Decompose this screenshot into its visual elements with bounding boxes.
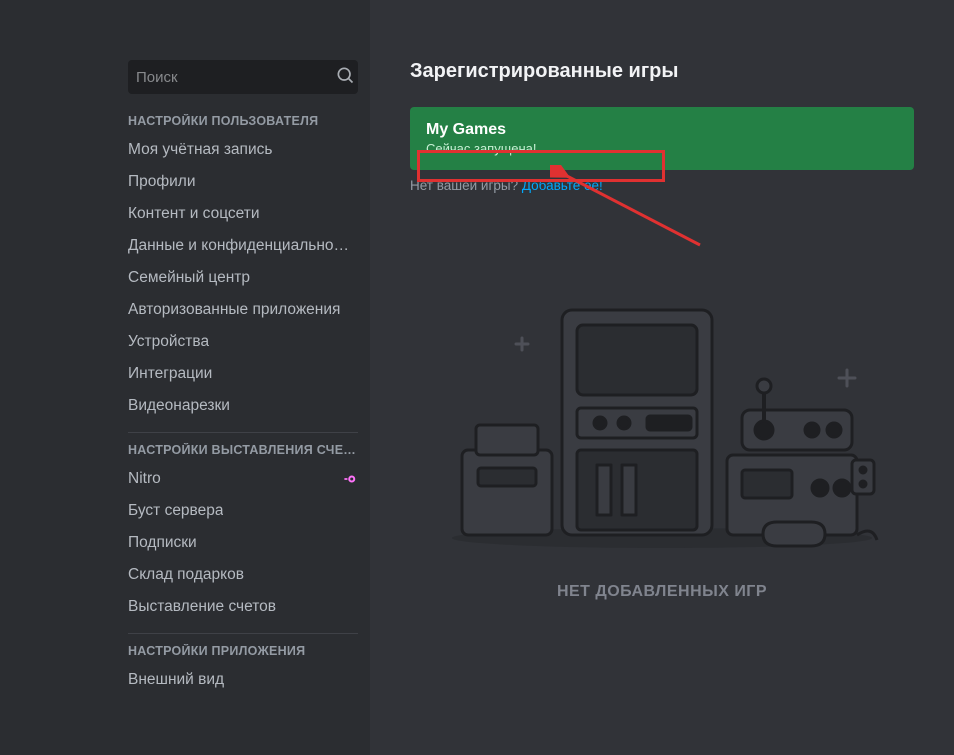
- sidebar-item-label: Интеграции: [128, 365, 212, 383]
- missing-game-text: Нет вашей игры?: [410, 178, 522, 193]
- add-game-link[interactable]: Добавьте её!: [522, 178, 603, 193]
- sidebar-item-subscriptions[interactable]: Подписки: [128, 527, 358, 559]
- sidebar-item-label: Видеонарезки: [128, 397, 230, 415]
- game-name-input[interactable]: [426, 121, 656, 139]
- sidebar-item-my-account[interactable]: Моя учётная запись: [128, 134, 358, 166]
- sidebar-separator: [128, 633, 358, 634]
- sidebar-item-appearance[interactable]: Внешний вид: [128, 664, 358, 696]
- sidebar-item-label: Контент и соцсети: [128, 205, 260, 223]
- sidebar-item-label: Моя учётная запись: [128, 141, 272, 159]
- sidebar-item-data-privacy[interactable]: Данные и конфиденциально…: [128, 230, 358, 262]
- sidebar-item-clips[interactable]: Видеонарезки: [128, 390, 358, 422]
- sidebar-item-label: Устройства: [128, 333, 209, 351]
- sidebar-separator: [128, 432, 358, 433]
- game-running-banner: Сейчас запущена!: [410, 107, 914, 170]
- missing-game-row: Нет вашей игры? Добавьте её!: [410, 178, 914, 193]
- arcade-illustration: [442, 290, 882, 550]
- sidebar-item-server-boost[interactable]: Буст сервера: [128, 495, 358, 527]
- sidebar-item-label: Данные и конфиденциально…: [128, 237, 349, 255]
- nitro-icon: [342, 473, 358, 485]
- sidebar-item-devices[interactable]: Устройства: [128, 326, 358, 358]
- page-title: Зарегистрированные игры: [410, 60, 914, 83]
- search-input[interactable]: [136, 69, 335, 86]
- search-wrap[interactable]: [128, 60, 358, 94]
- sidebar-item-label: Авторизованные приложения: [128, 301, 340, 319]
- sidebar-item-label: Профили: [128, 173, 196, 191]
- settings-sidebar: НАСТРОЙКИ ПОЛЬЗОВАТЕЛЯ Моя учётная запис…: [0, 0, 370, 755]
- sidebar-item-billing[interactable]: Выставление счетов: [128, 591, 358, 623]
- sidebar-item-label: Склад подарков: [128, 566, 244, 584]
- sidebar-item-label: Внешний вид: [128, 671, 224, 689]
- sidebar-item-authorized-apps[interactable]: Авторизованные приложения: [128, 294, 358, 326]
- sidebar-category-user-settings: НАСТРОЙКИ ПОЛЬЗОВАТЕЛЯ: [128, 114, 358, 134]
- sidebar-item-profiles[interactable]: Профили: [128, 166, 358, 198]
- sidebar-item-label: Выставление счетов: [128, 598, 276, 616]
- sidebar-item-nitro[interactable]: Nitro: [128, 463, 358, 495]
- sidebar-item-label: Подписки: [128, 534, 197, 552]
- sidebar-item-family-center[interactable]: Семейный центр: [128, 262, 358, 294]
- game-status-text: Сейчас запущена!: [426, 141, 898, 156]
- sidebar-category-app-settings: НАСТРОЙКИ ПРИЛОЖЕНИЯ: [128, 644, 358, 664]
- content-area: Зарегистрированные игры Сейчас запущена!…: [370, 0, 954, 755]
- sidebar-item-integrations[interactable]: Интеграции: [128, 358, 358, 390]
- sidebar-category-billing-settings: НАСТРОЙКИ ВЫСТАВЛЕНИЯ СЧЕТ…: [128, 443, 358, 463]
- search-icon: [335, 65, 355, 90]
- sidebar-item-content-social[interactable]: Контент и соцсети: [128, 198, 358, 230]
- sidebar-item-label: Буст сервера: [128, 502, 223, 520]
- sidebar-inner: НАСТРОЙКИ ПОЛЬЗОВАТЕЛЯ Моя учётная запис…: [128, 60, 358, 755]
- sidebar-item-label: Nitro: [128, 470, 161, 488]
- sidebar-item-label: Семейный центр: [128, 269, 250, 287]
- sidebar-item-gift-inventory[interactable]: Склад подарков: [128, 559, 358, 591]
- empty-games-caption: НЕТ ДОБАВЛЕННЫХ ИГР: [370, 583, 954, 601]
